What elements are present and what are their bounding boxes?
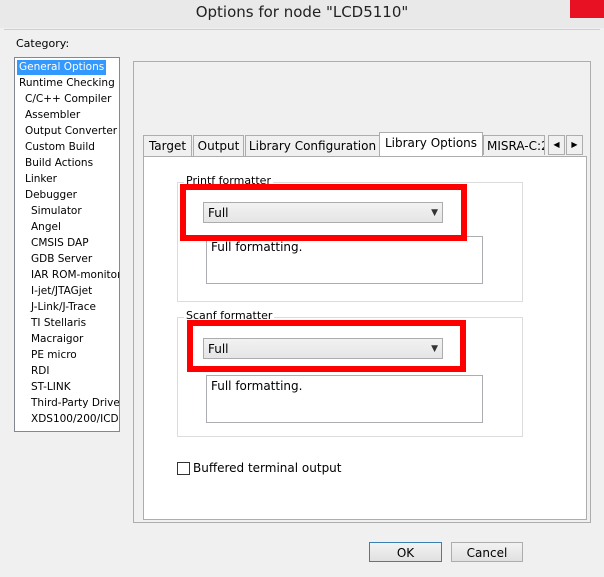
category-item[interactable]: IAR ROM-monitor <box>29 268 119 283</box>
scanf-description: Full formatting. <box>206 375 483 423</box>
category-item[interactable]: Custom Build <box>23 140 97 155</box>
printf-description: Full formatting. <box>206 236 483 284</box>
buffered-terminal-output-checkbox[interactable] <box>177 462 190 475</box>
tab-output[interactable]: Output <box>193 135 244 156</box>
printf-highlight-box <box>180 184 467 241</box>
category-item[interactable]: TI Stellaris <box>29 316 88 331</box>
category-item[interactable]: I-jet/JTAGjet <box>29 284 94 299</box>
category-list[interactable]: General Options Runtime Checking C/C++ Com… <box>14 57 120 432</box>
category-item[interactable]: Build Actions <box>23 156 95 171</box>
category-item[interactable]: CMSIS DAP <box>29 236 91 251</box>
category-item[interactable]: J-Link/J-Trace <box>29 300 98 315</box>
category-item[interactable]: Angel <box>29 220 63 235</box>
tab-library-options[interactable]: Library Options <box>379 132 483 156</box>
category-item[interactable]: C/C++ Compiler <box>23 92 113 107</box>
tab-misra-c[interactable]: MISRA-C:2 <box>483 135 545 155</box>
category-item[interactable]: PE micro <box>29 348 79 363</box>
title-bar: Options for node "LCD5110" <box>0 0 604 28</box>
category-item[interactable]: Assembler <box>23 108 82 123</box>
category-item[interactable]: Debugger <box>23 188 79 203</box>
tab-scroll-left-icon[interactable]: ◀ <box>548 135 565 155</box>
category-item[interactable]: Macraigor <box>29 332 85 347</box>
category-label: Category: <box>16 37 70 50</box>
scanf-highlight-box <box>187 320 466 372</box>
category-item[interactable]: RDI <box>29 364 51 379</box>
category-item[interactable]: General Options <box>17 60 107 75</box>
tab-scroll-right-icon[interactable]: ▶ <box>566 135 583 155</box>
tab-target[interactable]: Target <box>143 135 192 156</box>
category-item[interactable]: XDS100/200/ICDI <box>29 412 119 427</box>
category-item[interactable]: Runtime Checking <box>17 76 117 91</box>
category-item[interactable]: Third-Party Driver <box>29 396 119 411</box>
cancel-button[interactable]: Cancel <box>451 542 523 562</box>
ok-button[interactable]: OK <box>369 542 442 562</box>
window-title: Options for node "LCD5110" <box>195 3 409 21</box>
category-item[interactable]: Output Converter <box>23 124 119 139</box>
category-item[interactable]: GDB Server <box>29 252 94 267</box>
buffered-terminal-output-label: Buffered terminal output <box>193 461 342 475</box>
category-item[interactable]: Simulator <box>29 204 84 219</box>
category-item[interactable]: ST-LINK <box>29 380 73 395</box>
category-item[interactable]: Linker <box>23 172 59 187</box>
close-button[interactable] <box>570 0 604 18</box>
tab-library-configuration[interactable]: Library Configuration <box>245 135 380 156</box>
